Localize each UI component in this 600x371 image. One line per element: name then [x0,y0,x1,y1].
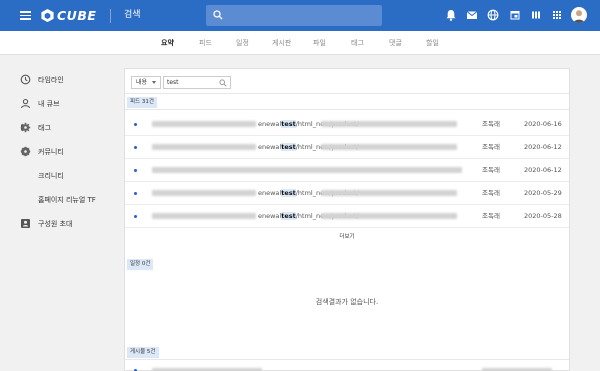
top-header: CUBE 검색 [0,0,600,31]
logo-text[interactable]: CUBE [57,8,96,23]
cube-logo-icon[interactable] [40,8,55,23]
blurred-text [152,190,256,196]
bell-icon[interactable] [444,8,458,22]
date: 2020-06-12 [524,143,562,151]
author: 조독래 [482,189,500,197]
query-text: test [167,79,179,86]
tab-summary[interactable]: 요약 [161,38,174,48]
user-avatar[interactable] [571,7,587,23]
result-tabs: 요약 피드 일정 게시판 파일 태그 댓글 할일 [0,31,600,55]
sidebar-item-timeline[interactable]: 타임라인 [20,73,110,87]
calendar-icon[interactable] [508,8,522,22]
table-row[interactable] [125,361,569,371]
keyword-highlight: test [281,189,296,197]
author: 조독래 [482,120,500,128]
search-filter-bar: 내용 test [125,69,569,94]
tab-schedule[interactable]: 일정 [236,38,249,48]
author: 조독래 [482,143,500,151]
schedule-section-header: 일정 0건 [125,259,569,274]
person-icon [20,98,31,109]
author: 조독래 [482,166,500,174]
user-avatar-icon [573,10,585,23]
unread-dot [134,215,137,218]
schedule-count-badge: 일정 0건 [127,259,154,270]
author: 조독래 [482,212,500,220]
global-search-input[interactable] [206,5,382,26]
empty-result-message: 검색결과가 없습니다. [315,298,379,306]
apps-grid-icon[interactable] [550,8,564,22]
scope-select[interactable]: 내용 [131,76,161,89]
sidebar-item-community[interactable]: 커뮤니티 [20,145,110,159]
tab-todo[interactable]: 할일 [426,38,439,48]
blurred-text [152,144,256,150]
feed-count-badge: 피드 31건 [127,97,157,108]
board-section-header: 게시물 5건 [125,345,569,360]
tab-tags[interactable]: 태그 [351,38,364,48]
date: 2020-05-29 [524,189,562,197]
table-row[interactable]: 조독래 2020-06-12 [125,159,569,182]
blurred-text [321,190,457,196]
blurred-text [152,213,256,219]
tab-comments[interactable]: 댓글 [389,38,402,48]
blurred-text [152,121,256,127]
search-results-panel: 내용 test 피드 31건 enewaltest/html_new/produ… [124,68,570,371]
unread-dot [134,169,137,172]
sidebar-item-label: 태그 [38,124,51,132]
blurred-text [321,121,457,127]
sidebar-subitem-homepage-renewal[interactable]: 홈페이지 리뉴얼 TF [38,195,96,205]
table-row[interactable]: enewaltest/html_new/product/ 조독래 2020-06… [125,113,569,136]
search-icon [213,10,223,20]
date: 2020-05-28 [524,212,562,220]
keyword-highlight: test [281,143,296,151]
menu-icon[interactable] [20,11,31,20]
tab-feed[interactable]: 피드 [199,38,212,48]
columns-icon[interactable] [529,8,543,22]
table-row[interactable]: enewaltest/html_new/product/ 조독래 2020-05… [125,182,569,205]
table-row[interactable]: enewaltest/html_new/product/ 조독래 2020-06… [125,136,569,159]
unread-dot [134,146,137,149]
page-title: 검색 [124,10,141,20]
header-divider [110,9,111,23]
sidebar-item-invite[interactable]: 구성원 초대 [20,217,110,231]
mail-icon[interactable] [465,8,479,22]
gear-icon[interactable] [20,122,31,133]
sidebar-item-label: 타임라인 [38,76,64,84]
unread-dot [134,123,137,126]
tab-board[interactable]: 게시판 [272,38,291,48]
table-row[interactable]: enewaltest/html_new/product/ 조독래 2020-05… [125,205,569,228]
board-count-badge: 게시물 5건 [127,347,159,358]
more-button[interactable]: 더보기 [125,233,569,241]
tab-files[interactable]: 파일 [313,38,326,48]
contact-card-icon [21,219,30,228]
search-icon[interactable] [219,79,227,87]
sidebar-item-my-cube[interactable]: 내 큐브 [20,97,110,111]
query-input[interactable]: test [163,76,231,89]
blurred-text [152,167,462,173]
gear-icon[interactable] [20,146,31,157]
date: 2020-06-12 [524,166,562,174]
globe-icon[interactable] [486,8,500,22]
sidebar-subitem-crinity[interactable]: 크리니티 [38,171,64,181]
keyword-highlight: test [281,212,296,220]
blurred-text [321,144,457,150]
unread-dot [134,192,137,195]
feed-section-header: 피드 31건 [125,95,569,110]
sidebar-item-label: 커뮤니티 [38,148,64,156]
keyword-highlight: test [281,120,296,128]
date: 2020-06-16 [524,120,562,128]
blurred-text [321,213,457,219]
sidebar-item-label: 구성원 초대 [38,220,73,228]
clock-icon [20,74,31,85]
sidebar-item-tag[interactable]: 태그 [20,121,110,135]
sidebar-item-label: 내 큐브 [38,100,60,108]
